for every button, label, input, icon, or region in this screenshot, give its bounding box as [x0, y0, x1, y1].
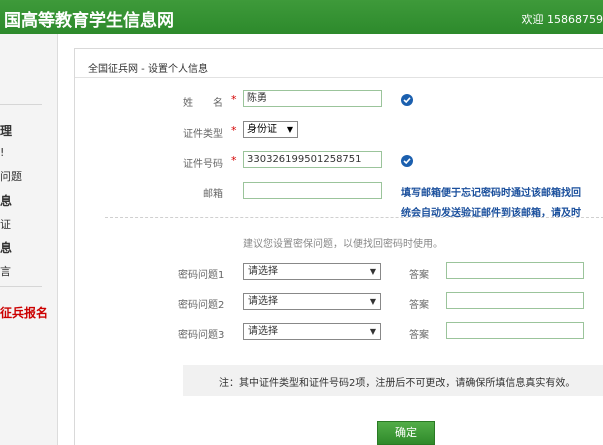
security-question-2-select[interactable]: 请选择 ▼	[243, 293, 381, 310]
breadcrumb-divider	[75, 77, 603, 78]
name-label: 姓 名	[183, 98, 223, 109]
id-number-input[interactable]: 330326199501258751	[243, 151, 382, 168]
notice-text: 注：其中证件类型和证件号码2项，注册后不可更改，请确保所填信息真实有效。	[219, 378, 576, 389]
id-number-label: 证件号码	[183, 159, 223, 170]
sidebar-item-enlistment[interactable]: 征兵报名	[0, 304, 48, 321]
top-header: 国高等教育学生信息网 欢迎 15868759	[0, 0, 603, 34]
sidebar-item-message[interactable]: 言	[0, 263, 11, 279]
answer-3-label: 答案	[409, 330, 429, 341]
check-icon	[401, 155, 413, 167]
page-root: 国高等教育学生信息网 欢迎 15868759 理 ! 问题 息 证 息 言 征兵…	[0, 0, 603, 445]
id-type-label: 证件类型	[183, 129, 223, 140]
sidebar-divider	[0, 286, 42, 287]
security-question-3-select[interactable]: 请选择 ▼	[243, 323, 381, 340]
id-type-value: 身份证	[247, 124, 277, 135]
sidebar-item-certificate[interactable]: 证	[0, 216, 11, 232]
security-question-1-select[interactable]: 请选择 ▼	[243, 263, 381, 280]
answer-3-input[interactable]	[446, 322, 584, 339]
id-type-select[interactable]: 身份证 ▼	[243, 121, 298, 138]
security-question-2-label: 密码问题2	[178, 300, 225, 311]
answer-1-input[interactable]	[446, 262, 584, 279]
sidebar-item-sub[interactable]: !	[0, 146, 4, 159]
section-divider	[105, 217, 603, 218]
security-question-3-label: 密码问题3	[178, 330, 225, 341]
email-input[interactable]	[243, 182, 382, 199]
required-mark: *	[231, 154, 237, 167]
chevron-down-icon: ▼	[369, 297, 376, 306]
sidebar-item-security-question[interactable]: 问题	[0, 168, 22, 184]
security-question-1-label: 密码问题1	[178, 270, 225, 281]
settings-panel: 全国征兵网 - 设置个人信息 姓 名 * 陈勇 证件类型 * 身份证 ▼ 证件号…	[74, 48, 603, 445]
sidebar-item-info[interactable]: 息	[0, 192, 12, 209]
check-icon	[401, 94, 413, 106]
answer-1-label: 答案	[409, 270, 429, 281]
sidebar-divider	[0, 104, 42, 105]
sidebar-item-account[interactable]: 理	[0, 122, 12, 139]
sidebar-item-info-2[interactable]: 息	[0, 239, 12, 256]
chevron-down-icon: ▼	[369, 267, 376, 276]
security-question-3-value: 请选择	[248, 326, 278, 337]
security-suggestion: 建议您设置密保问题，以便找回密码时使用。	[243, 239, 443, 250]
notice-box: 注：其中证件类型和证件号码2项，注册后不可更改，请确保所填信息真实有效。	[183, 365, 603, 396]
site-title: 国高等教育学生信息网	[4, 11, 174, 31]
answer-2-label: 答案	[409, 300, 429, 311]
welcome-text: 欢迎 15868759	[521, 13, 603, 26]
name-input[interactable]: 陈勇	[243, 90, 382, 107]
security-question-2-value: 请选择	[248, 296, 278, 307]
confirm-button[interactable]: 确定	[377, 421, 435, 445]
security-question-1-value: 请选择	[248, 266, 278, 277]
breadcrumb: 全国征兵网 - 设置个人信息	[88, 64, 208, 75]
required-mark: *	[231, 93, 237, 106]
chevron-down-icon: ▼	[286, 125, 293, 134]
email-hint-line1: 填写邮箱便于忘记密码时通过该邮箱找回	[401, 188, 581, 199]
chevron-down-icon: ▼	[369, 327, 376, 336]
required-mark: *	[231, 124, 237, 137]
email-label: 邮箱	[203, 189, 223, 200]
answer-2-input[interactable]	[446, 292, 584, 309]
sidebar: 理 ! 问题 息 证 息 言 征兵报名	[0, 34, 58, 445]
